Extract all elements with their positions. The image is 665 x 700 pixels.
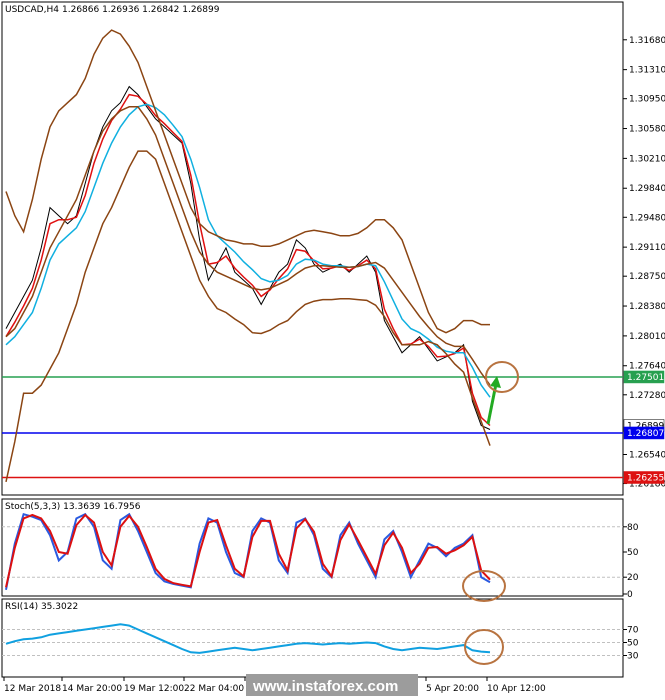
indicator-y-tick-label: 0 (627, 590, 633, 600)
chart-ohlc-label: 1.26866 1.26936 1.26842 1.26899 (62, 5, 220, 15)
y-tick-label: 1.30210 (629, 154, 665, 164)
rsi-label: RSI(14) 35.3022 (5, 602, 78, 612)
indicator-y-tick-label: 50 (627, 639, 639, 649)
price-tag-label: 1.27501 (627, 373, 664, 383)
stoch-panel-frame (1, 498, 624, 597)
x-tick-label: 22 Mar 04:00 (184, 684, 244, 694)
x-tick-label: 14 Mar 20:00 (62, 684, 122, 694)
stoch-label: Stoch(5,3,3) 13.3639 16.7956 (5, 502, 141, 512)
y-tick-label: 1.31680 (629, 36, 665, 46)
indicator-y-tick-label: 20 (627, 573, 639, 583)
y-tick-label: 1.27640 (629, 362, 665, 372)
indicator-y-tick-label: 50 (627, 548, 639, 558)
y-tick-label: 1.26540 (629, 450, 665, 460)
x-tick-label: 10 Apr 12:00 (487, 684, 546, 694)
y-tick-label: 1.28010 (629, 332, 665, 342)
x-tick-label: 12 Mar 2018 (4, 684, 61, 694)
price-tag-label: 1.26807 (627, 429, 664, 439)
indicator-y-tick-label: 30 (627, 652, 639, 662)
y-tick-label: 1.29110 (629, 243, 665, 253)
x-tick-label: 5 Apr 20:00 (426, 684, 479, 694)
price-tag-label: 1.26255 (627, 473, 664, 483)
y-tick-label: 1.29480 (629, 213, 665, 223)
chart-symbol-label: USDCAD,H4 (5, 5, 59, 15)
indicator-y-tick-label: 80 (627, 523, 639, 533)
y-tick-label: 1.28750 (629, 272, 665, 282)
indicator-y-tick-label: 70 (627, 626, 639, 636)
y-tick-label: 1.28380 (629, 302, 665, 312)
x-tick-label: 19 Mar 12:00 (124, 684, 184, 694)
main-panel-frame (1, 1, 624, 496)
y-tick-label: 1.29840 (629, 184, 665, 194)
y-tick-label: 1.30950 (629, 95, 665, 105)
y-tick-label: 1.30580 (629, 125, 665, 135)
y-tick-label: 1.31310 (629, 66, 665, 76)
chart-canvas: 1.31680 1.31310 1.30950 1.30580 1.30210 1.298… (1, 1, 665, 696)
y-tick-label: 1.27280 (629, 391, 665, 401)
watermark: www.instaforex.com (252, 678, 398, 695)
rsi-panel-frame (1, 598, 624, 678)
